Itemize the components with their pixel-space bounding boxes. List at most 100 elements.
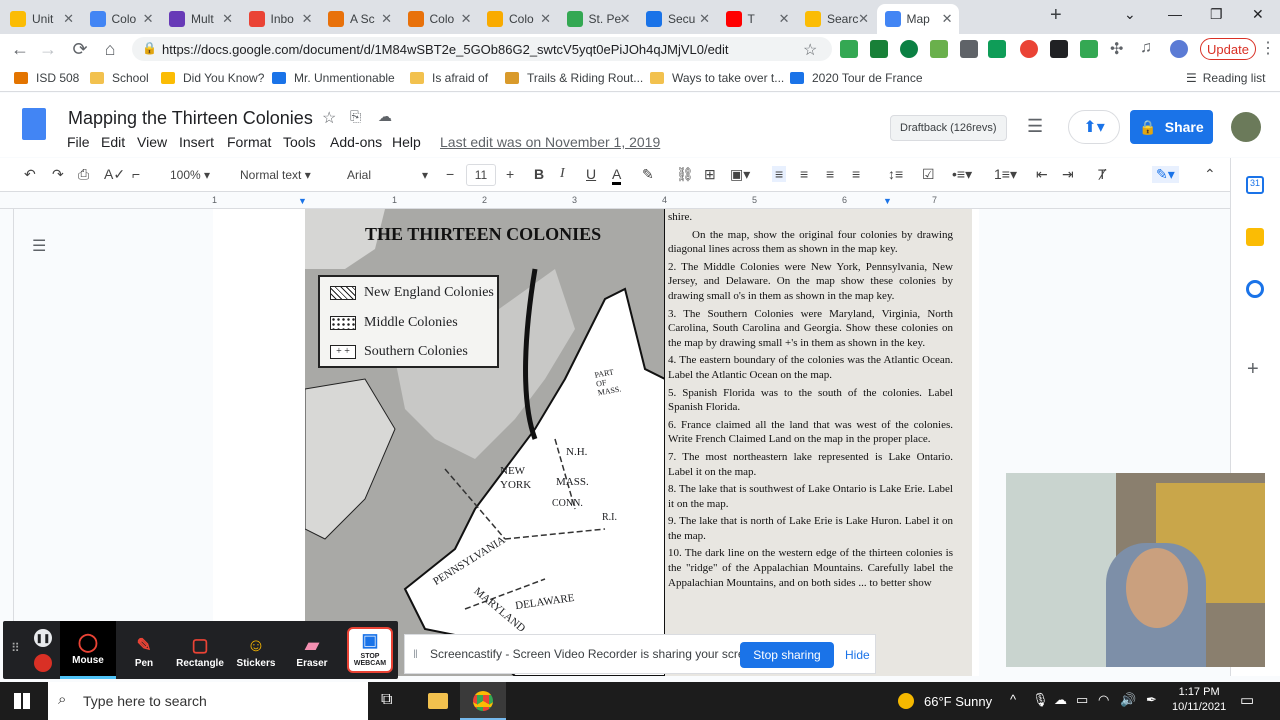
paint-format-icon[interactable]: ⌐ xyxy=(132,166,140,182)
browser-tab[interactable]: Colo ✕ xyxy=(479,4,557,34)
decrease-indent-icon[interactable]: ⇤ xyxy=(1036,166,1048,183)
restore-icon[interactable]: ❐ xyxy=(1210,6,1223,23)
webcam-overlay[interactable] xyxy=(1006,473,1265,667)
windows-start-icon[interactable] xyxy=(14,693,30,709)
close-tab-icon[interactable]: ✕ xyxy=(942,11,953,27)
bulleted-list-icon[interactable]: •≡▾ xyxy=(952,166,972,183)
browser-tab[interactable]: St. Pe ✕ xyxy=(559,4,637,34)
increase-indent-icon[interactable]: ⇥ xyxy=(1062,166,1074,183)
network-icon[interactable]: ▭ xyxy=(1076,692,1088,708)
tasks-icon[interactable] xyxy=(1246,280,1264,298)
align-center-icon[interactable]: ≡ xyxy=(800,166,808,182)
update-button[interactable]: Update xyxy=(1200,38,1256,60)
insert-image-icon[interactable]: ▣▾ xyxy=(730,166,750,183)
calendar-icon[interactable]: 31 xyxy=(1246,176,1264,194)
browser-tab[interactable]: Inbo ✕ xyxy=(241,4,319,34)
notifications-icon[interactable]: ▭ xyxy=(1240,691,1254,709)
bookmark-item[interactable]: Trails & Riding Rout... xyxy=(505,71,643,85)
spellcheck-icon[interactable]: A✓ xyxy=(104,166,125,183)
line-spacing-icon[interactable]: ↕≡ xyxy=(888,166,903,182)
close-window-icon[interactable]: ✕ xyxy=(1252,6,1264,23)
document-outline-icon[interactable]: ☰ xyxy=(32,236,46,256)
stop-record-icon[interactable] xyxy=(34,654,52,672)
drag-handle-icon[interactable]: ⠿ xyxy=(11,641,20,655)
browser-tab[interactable]: Colo ✕ xyxy=(400,4,478,34)
drag-handle-icon[interactable]: ‖ xyxy=(413,647,418,661)
document-title[interactable]: Mapping the Thirteen Colonies xyxy=(68,108,313,129)
grammar-extension-icon[interactable] xyxy=(900,40,918,58)
hidden-icons-chevron-icon[interactable]: ^ xyxy=(1010,692,1016,707)
browser-tab[interactable]: Map ✕ xyxy=(876,4,959,34)
forward-icon[interactable]: → xyxy=(36,39,60,60)
style-select[interactable]: Normal text ▾ xyxy=(240,168,311,182)
bookmark-star-icon[interactable]: ☆ xyxy=(803,40,817,60)
microphone-icon[interactable]: 🎙 xyxy=(1032,692,1049,708)
close-tab-icon[interactable]: ✕ xyxy=(699,11,710,27)
browser-tab[interactable]: Searc ✕ xyxy=(797,4,875,34)
bookmark-item[interactable]: ISD 508 xyxy=(14,71,79,85)
new-tab-icon[interactable]: + xyxy=(1050,4,1062,27)
browser-tab[interactable]: T ✕ xyxy=(718,4,796,34)
numbered-list-icon[interactable]: 1≡▾ xyxy=(994,166,1017,183)
close-tab-icon[interactable]: ✕ xyxy=(143,11,154,27)
browser-tab[interactable]: Unit ✕ xyxy=(2,4,80,34)
move-folder-icon[interactable]: ⎘ xyxy=(350,108,361,125)
close-tab-icon[interactable]: ✕ xyxy=(461,11,472,27)
pen-icon[interactable]: ✒ xyxy=(1146,692,1157,708)
menu-view[interactable]: View xyxy=(137,134,167,150)
clock[interactable]: 1:17 PM 10/11/2021 xyxy=(1172,685,1226,715)
recorder-tool-rectangle[interactable]: ▢ Rectangle xyxy=(172,621,228,679)
checklist-icon[interactable]: ☑ xyxy=(922,166,935,183)
recorder-tool-pen[interactable]: ✎ Pen xyxy=(116,621,172,679)
browser-tab[interactable]: Mult ✕ xyxy=(161,4,239,34)
recorder-tool-eraser[interactable]: ▰ Eraser xyxy=(284,621,340,679)
align-left-icon[interactable]: ≡ xyxy=(772,166,787,182)
pause-icon[interactable]: ❚❚ xyxy=(34,629,52,647)
collapse-menus-icon[interactable]: ⌃ xyxy=(1204,166,1216,183)
link-icon[interactable]: ⛓ xyxy=(676,166,694,183)
bookmark-item[interactable]: Is afraid of xyxy=(410,71,488,85)
underline-icon[interactable]: U xyxy=(586,166,596,182)
undo-icon[interactable]: ↶ xyxy=(24,166,36,183)
browser-tab[interactable]: A Sc ✕ xyxy=(320,4,398,34)
wifi-icon[interactable]: ◠ xyxy=(1098,692,1109,708)
recorder-tool-mouse[interactable]: ◯ Mouse xyxy=(60,621,116,679)
menu-help[interactable]: Help xyxy=(392,134,421,150)
bookmark-item[interactable]: Mr. Unmentionable xyxy=(272,71,395,85)
menu-insert[interactable]: Insert xyxy=(179,134,214,150)
align-right-icon[interactable]: ≡ xyxy=(826,166,834,182)
right-indent-marker[interactable]: ▼ xyxy=(883,196,892,206)
close-tab-icon[interactable]: ✕ xyxy=(540,11,551,27)
menu-file[interactable]: File xyxy=(67,134,90,150)
highlight-icon[interactable]: ✎ xyxy=(642,166,654,183)
profile-avatar-icon[interactable] xyxy=(1170,40,1188,58)
taskbar-search[interactable]: ⌕ Type here to search xyxy=(48,682,368,720)
add-addon-icon[interactable]: + xyxy=(1247,358,1259,381)
classroom-extension-icon[interactable] xyxy=(870,40,888,58)
menu-addons[interactable]: Add-ons xyxy=(330,134,382,150)
drive-extension-icon[interactable] xyxy=(840,40,858,58)
account-avatar[interactable] xyxy=(1231,112,1261,142)
italic-icon[interactable]: I xyxy=(560,166,565,182)
bold-icon[interactable]: B xyxy=(534,166,544,182)
share-button[interactable]: 🔒 Share xyxy=(1130,110,1213,144)
chrome-taskbar-button[interactable] xyxy=(460,682,506,720)
left-indent-marker[interactable]: ▼ xyxy=(298,196,307,206)
add-comment-icon[interactable]: ⊞ xyxy=(704,166,716,183)
last-edit-link[interactable]: Last edit was on November 1, 2019 xyxy=(440,134,660,150)
redo-icon[interactable]: ↷ xyxy=(52,166,64,183)
close-tab-icon[interactable]: ✕ xyxy=(779,11,790,27)
grid-extension-icon[interactable] xyxy=(1050,40,1068,58)
tab-search-icon[interactable]: ⌄ xyxy=(1124,6,1136,23)
url-bar[interactable]: 🔒 https://docs.google.com/document/d/1M8… xyxy=(132,37,832,61)
menu-format[interactable]: Format xyxy=(227,134,271,150)
minimize-icon[interactable]: — xyxy=(1168,6,1182,22)
bookmark-item[interactable]: 2020 Tour de France xyxy=(790,71,923,85)
back-icon[interactable]: ← xyxy=(8,39,32,60)
screencastify-extension-icon[interactable] xyxy=(930,40,948,58)
menu-edit[interactable]: Edit xyxy=(101,134,125,150)
clear-formatting-icon[interactable]: Ⱦ xyxy=(1098,166,1107,182)
bookmark-item[interactable]: Did You Know? xyxy=(161,71,264,85)
zoom-select[interactable]: 100% ▾ xyxy=(170,168,210,182)
draftback-button[interactable]: Draftback (126revs) xyxy=(890,115,1007,141)
